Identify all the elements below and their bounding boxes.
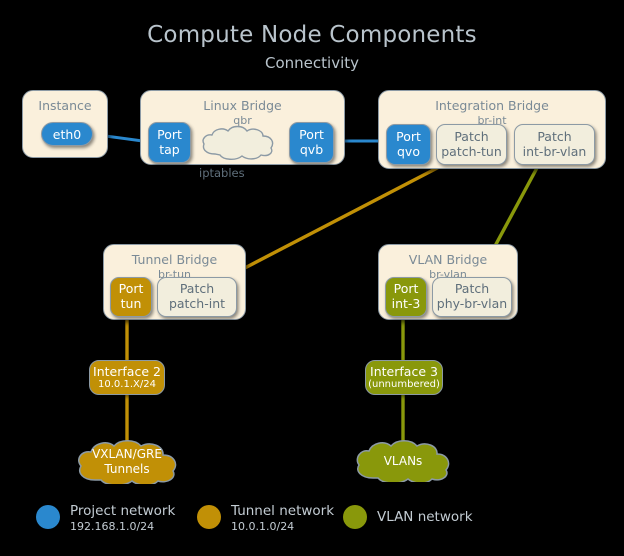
legend-item-tunnel-network[interactable]: Tunnel network 10.0.1.0/24 [197, 503, 357, 535]
legend-label-vlan-network: VLAN network [377, 509, 473, 525]
interface-2-sub: 10.0.1.X/24 [98, 379, 156, 390]
patch-tun-label-2: patch-tun [441, 143, 502, 159]
port-qvb-node[interactable]: Port qvb [289, 122, 334, 163]
port-tun-label-2: tun [120, 296, 142, 311]
port-int3-label-1: Port [393, 281, 419, 297]
interface-3-name: Interface 3 [370, 364, 438, 379]
legend-label-project-network: Project network [70, 503, 176, 519]
interface-3-node[interactable]: Interface 3 (unnumbered) [365, 360, 443, 395]
phy-br-vlan-node[interactable]: Patch phy-br-vlan [432, 277, 512, 317]
eth0-label: eth0 [52, 126, 82, 142]
int-br-vlan-node[interactable]: Patch int-br-vlan [514, 124, 595, 165]
legend-label-tunnel-network: Tunnel network [231, 503, 335, 519]
patch-tun-label-1: Patch [454, 128, 489, 144]
port-tap-node[interactable]: Port tap [148, 122, 191, 163]
vlan-bridge-title: VLAN Bridge [408, 252, 488, 267]
vxlan-gre-cloud[interactable]: VXLAN/GRE Tunnels [73, 440, 181, 484]
interface-3-sub: (unnumbered) [368, 379, 440, 390]
diagram-canvas: Compute Node Components Connectivity Ins… [0, 0, 624, 556]
patch-int-label-2: patch-int [168, 296, 226, 311]
iptables-cloud[interactable]: iptables [199, 124, 278, 180]
port-qvo-node[interactable]: Port qvo [386, 124, 431, 165]
page-title: Compute Node Components [147, 22, 477, 48]
port-qvo-label-1: Port [396, 128, 421, 144]
legend-dot-project-network [36, 505, 60, 529]
phy-br-vlan-label-1: Patch [454, 281, 490, 297]
port-qvb-label-2: qvb [299, 141, 324, 157]
iptables-cloud-label: iptables [199, 166, 245, 180]
tunnel-bridge-title: Tunnel Bridge [131, 252, 218, 267]
interface-2-name: Interface 2 [93, 364, 161, 379]
legend-sub-project-network: 192.168.1.0/24 [70, 520, 155, 533]
port-tun-node[interactable]: Port tun [110, 277, 152, 317]
phy-br-vlan-label-2: phy-br-vlan [436, 296, 508, 311]
legend-dot-tunnel-network [197, 505, 221, 529]
integration-bridge-title: Integration Bridge [435, 98, 549, 113]
interface-2-node[interactable]: Interface 2 10.0.1.X/24 [89, 360, 165, 395]
legend-item-project-network[interactable]: Project network 192.168.1.0/24 [36, 503, 206, 535]
port-int3-node[interactable]: Port int-3 [385, 277, 427, 317]
port-int3-label-2: int-3 [391, 296, 421, 311]
port-tap-label-1: Port [157, 126, 182, 142]
int-br-vlan-label-1: Patch [537, 128, 572, 144]
linux-bridge-title: Linux Bridge [203, 98, 282, 113]
page-subtitle: Connectivity [265, 54, 359, 72]
patch-tun-node[interactable]: Patch patch-tun [436, 124, 507, 165]
eth0-node[interactable]: eth0 [41, 122, 93, 146]
port-qvb-label-1: Port [299, 126, 324, 142]
int-br-vlan-label-2: int-br-vlan [522, 143, 587, 159]
port-tun-label-1: Port [118, 281, 144, 297]
port-qvo-label-2: qvo [397, 143, 420, 159]
legend-sub-tunnel-network: 10.0.1.0/24 [231, 520, 295, 533]
patch-int-node[interactable]: Patch patch-int [157, 277, 237, 317]
instance-box-title: Instance [38, 98, 92, 113]
legend-dot-vlan-network [343, 505, 367, 529]
vlans-cloud[interactable]: VLANs [352, 440, 454, 482]
port-tap-label-2: tap [159, 141, 180, 157]
legend-item-vlan-network[interactable]: VLAN network [343, 505, 503, 535]
patch-int-label-1: Patch [179, 281, 215, 297]
